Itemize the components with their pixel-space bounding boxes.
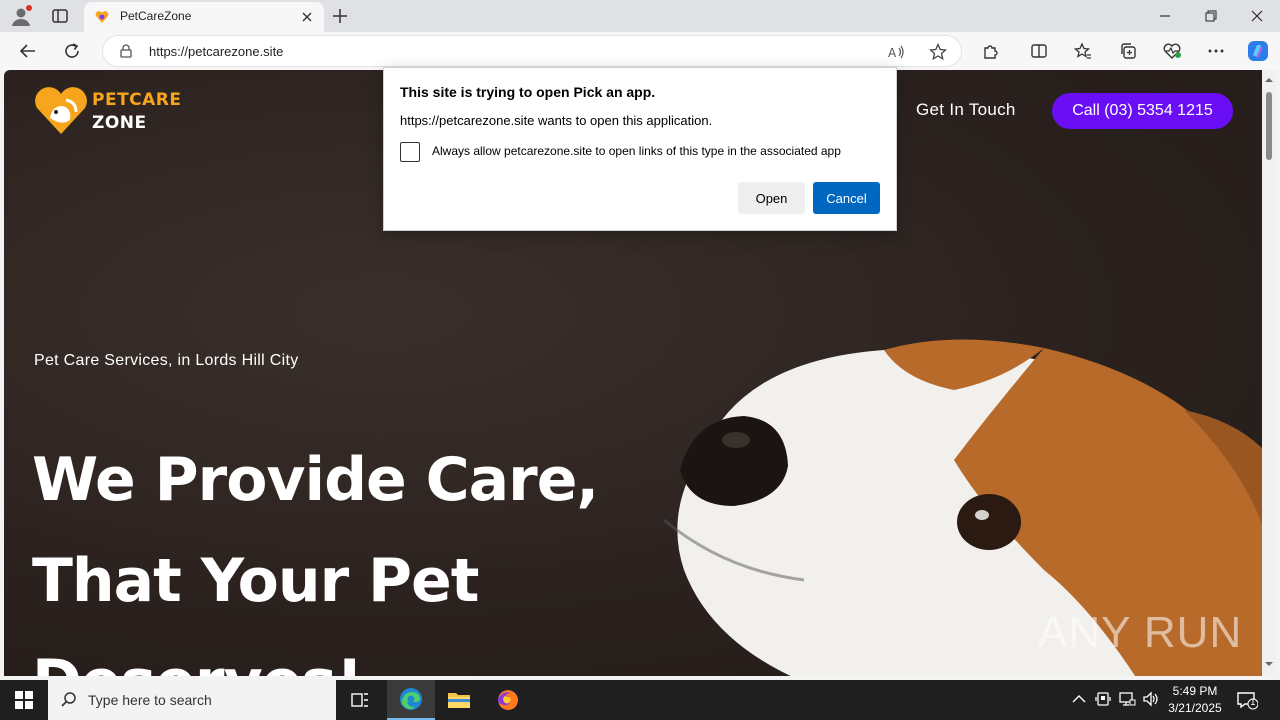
taskbar-clock[interactable]: 5:49 PM 3/21/2025 [1160, 683, 1230, 717]
notification-center-icon[interactable]: 1 [1236, 690, 1259, 710]
device-icon[interactable] [1094, 690, 1112, 708]
close-window-icon[interactable] [1234, 4, 1280, 28]
scroll-up-arrow-icon[interactable] [1265, 76, 1273, 84]
favorites-icon[interactable] [1073, 41, 1093, 61]
more-options-icon[interactable] [1206, 41, 1226, 61]
minimize-icon[interactable] [1142, 4, 1188, 28]
profile-avatar-icon[interactable] [10, 5, 32, 27]
windows-taskbar: Type here to search 5:49 PM 3/21/2025 1 [0, 680, 1280, 720]
new-tab-icon[interactable] [330, 6, 350, 26]
cancel-button[interactable]: Cancel [813, 182, 880, 214]
favorite-star-icon[interactable] [928, 42, 948, 61]
address-bar[interactable]: https://petcarezone.site A [102, 35, 962, 67]
restore-icon[interactable] [1188, 4, 1234, 28]
tab-bar: PetCareZone [0, 0, 1280, 32]
clock-date: 3/21/2025 [1168, 701, 1222, 715]
edge-taskbar-icon[interactable] [387, 680, 435, 720]
search-placeholder: Type here to search [88, 692, 212, 708]
open-button[interactable]: Open [738, 182, 805, 214]
tab-actions-icon[interactable] [50, 6, 70, 26]
anyrun-watermark: ANY RUN [1038, 608, 1243, 657]
scroll-down-arrow-icon[interactable] [1265, 660, 1273, 668]
petcarezone-favicon-icon [94, 9, 110, 25]
nav-get-in-touch-link[interactable]: Get In Touch [916, 100, 1016, 120]
hero-line-1: We Provide Care, [32, 445, 599, 515]
volume-icon[interactable] [1142, 690, 1160, 708]
open-app-dialog: This site is trying to open Pick an app.… [383, 67, 897, 231]
task-view-icon[interactable] [336, 680, 384, 720]
taskbar-search-box[interactable]: Type here to search [48, 680, 336, 720]
dialog-message: https://petcarezone.site wants to open t… [400, 113, 713, 128]
hero-line-2: That Your Pet [32, 546, 479, 616]
read-aloud-icon[interactable]: A [887, 43, 905, 61]
clock-time: 5:49 PM [1172, 684, 1218, 698]
tab-title: PetCareZone [120, 9, 192, 23]
extensions-icon[interactable] [981, 41, 1001, 61]
dialog-title: This site is trying to open Pick an app. [400, 84, 656, 100]
always-allow-label[interactable]: Always allow petcarezone.site to open li… [432, 144, 841, 158]
svg-text:A: A [888, 46, 897, 60]
heart-paw-logo-icon [35, 87, 87, 134]
copilot-icon[interactable] [1246, 39, 1270, 63]
network-icon[interactable] [1118, 690, 1136, 708]
search-icon [60, 691, 78, 709]
browser-toolbar: https://petcarezone.site A [0, 32, 1280, 70]
scrollbar-thumb[interactable] [1266, 92, 1272, 160]
refresh-icon[interactable] [62, 41, 82, 61]
hero-heading: We Provide Care, That Your Pet Deserves! [32, 430, 652, 676]
file-explorer-icon[interactable] [435, 680, 483, 720]
site-logo[interactable]: PETCARE ZONE [32, 84, 192, 138]
firefox-icon[interactable] [484, 680, 532, 720]
hero-line-3: Deserves! [32, 632, 652, 676]
split-screen-icon[interactable] [1029, 41, 1049, 61]
show-hidden-icons-chevron-icon[interactable] [1070, 690, 1088, 708]
close-tab-icon[interactable] [300, 10, 314, 24]
windows-start-icon[interactable] [0, 680, 48, 720]
logo-text-zone: ZONE [92, 113, 147, 133]
tab-petcarezone[interactable]: PetCareZone [84, 2, 324, 32]
call-button[interactable]: Call (03) 5354 1215 [1052, 93, 1233, 129]
browser-essentials-icon[interactable] [1162, 41, 1182, 61]
back-arrow-icon[interactable] [18, 41, 38, 61]
url-text[interactable]: https://petcarezone.site [149, 44, 283, 59]
lock-icon[interactable] [119, 44, 133, 58]
page-scrollbar[interactable] [1262, 70, 1276, 676]
logo-text-petcare: PETCARE [92, 90, 182, 110]
collections-icon[interactable] [1118, 41, 1138, 61]
notification-count: 1 [1250, 698, 1256, 708]
always-allow-checkbox[interactable] [400, 142, 420, 162]
hero-tagline: Pet Care Services, in Lords Hill City [34, 352, 299, 369]
